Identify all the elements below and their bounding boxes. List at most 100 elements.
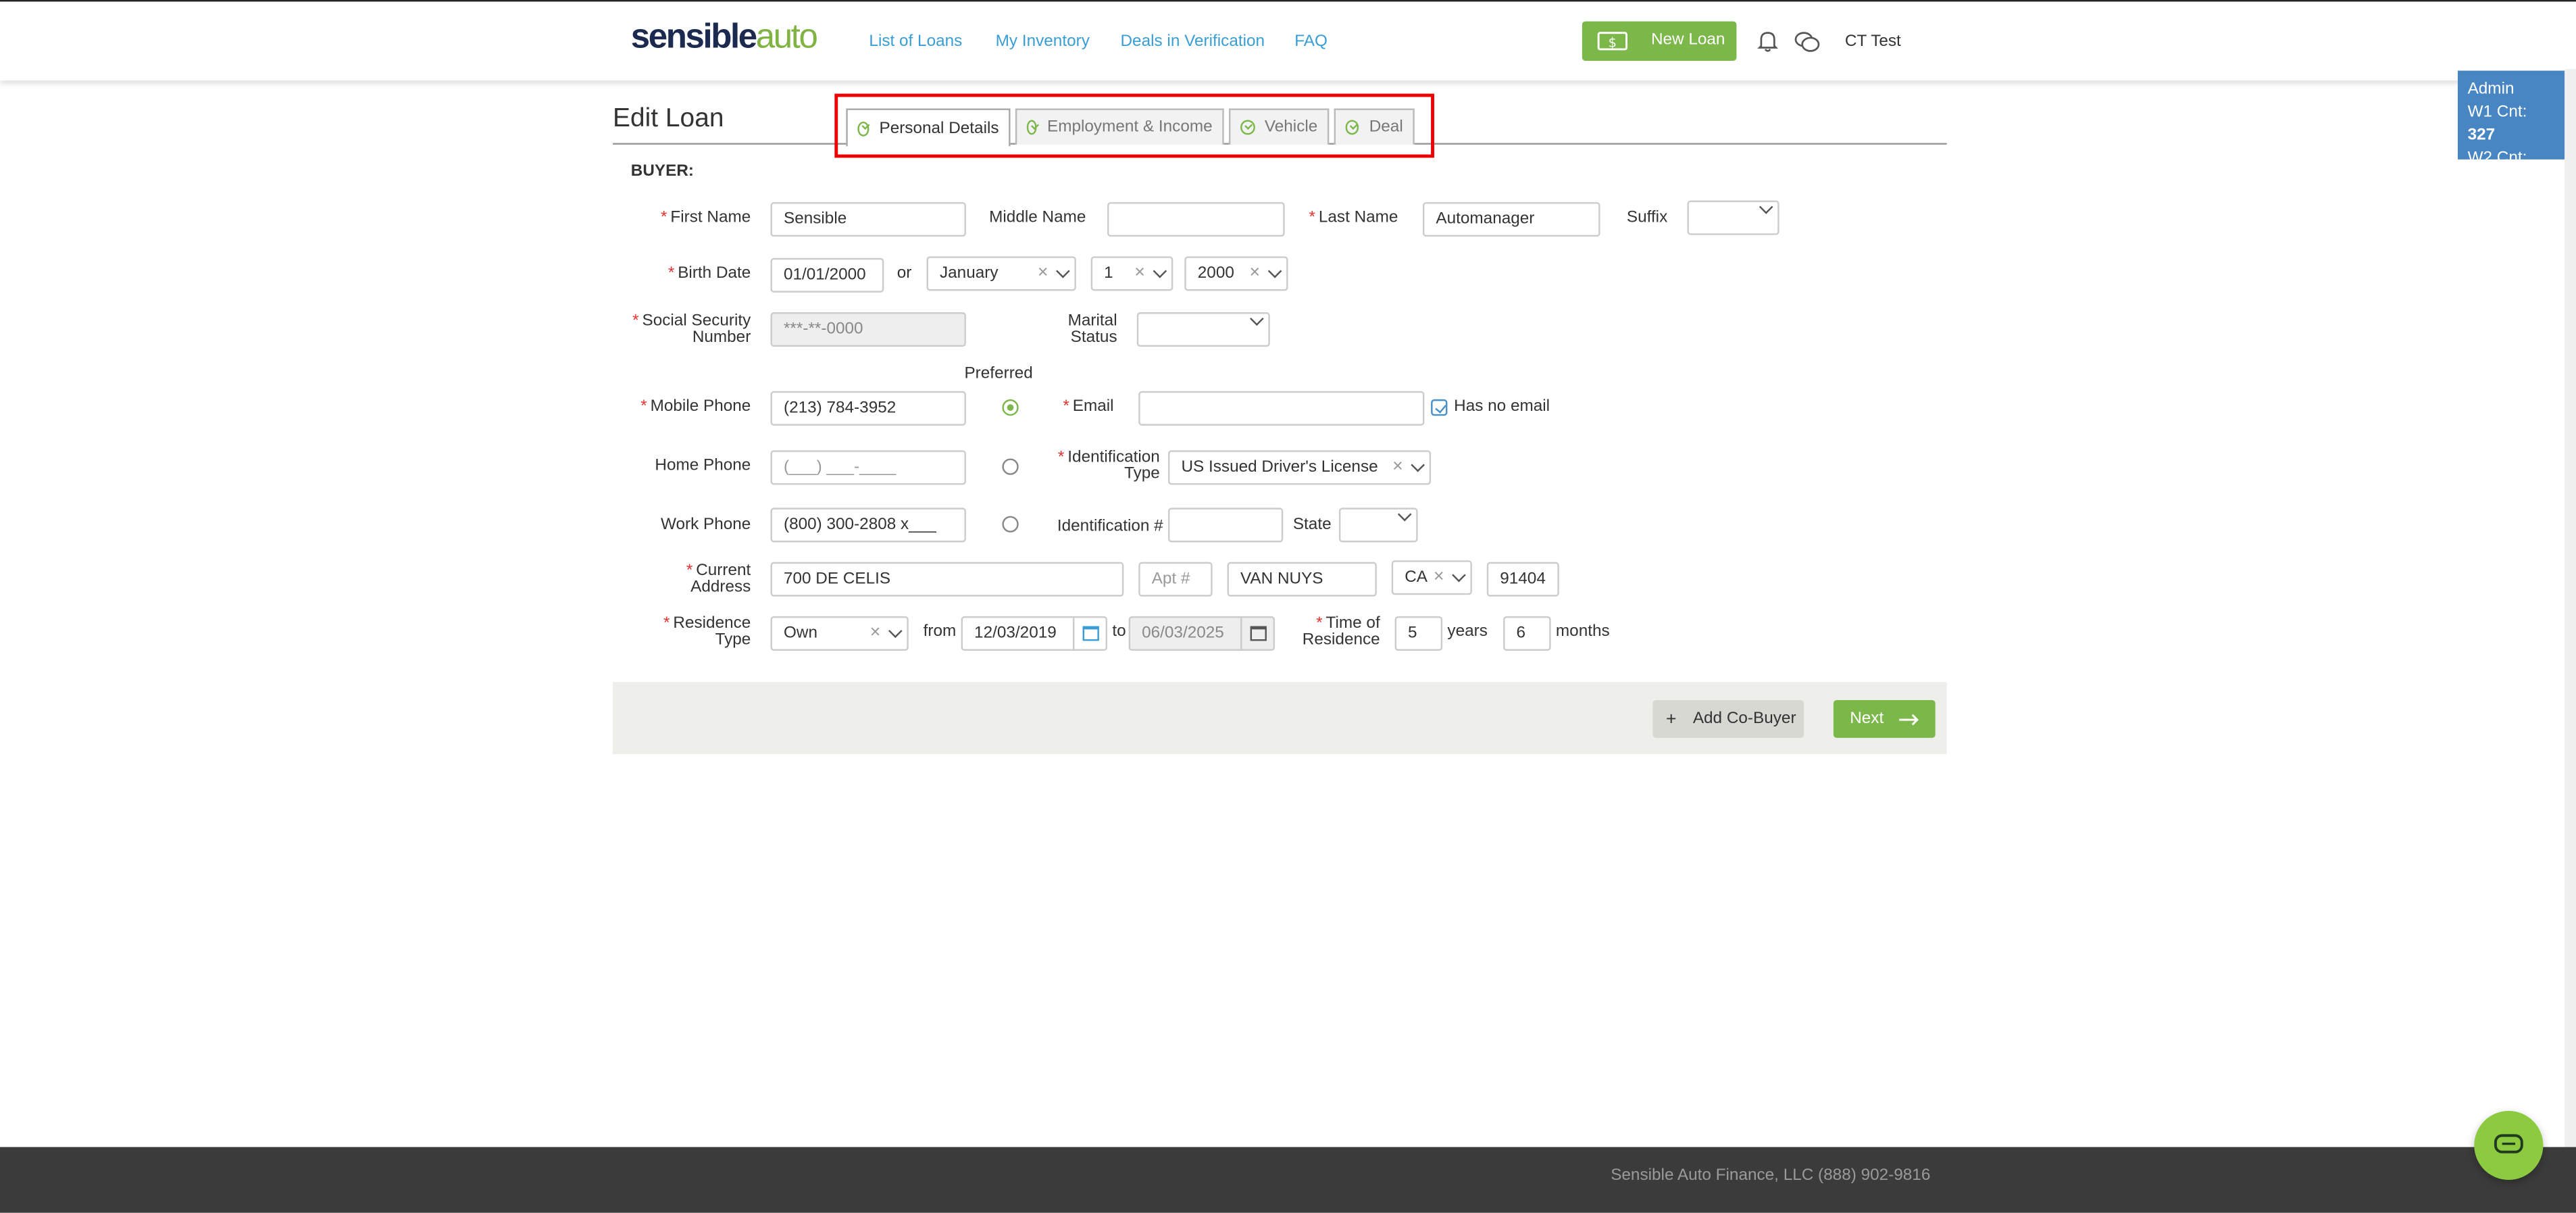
site-footer: Sensible Auto Finance, LLC (888) 902-981… <box>0 1147 2576 1213</box>
suffix-select[interactable] <box>1687 200 1779 235</box>
work-preferred-radio[interactable] <box>1002 516 1019 533</box>
birth-day-select[interactable]: 1 × <box>1090 256 1173 291</box>
or-label: or <box>896 264 912 283</box>
ssn-label: * Social Security Number <box>632 312 751 347</box>
zip-field[interactable]: 91404 <box>1486 562 1559 597</box>
has-no-email-checkbox[interactable] <box>1431 399 1448 416</box>
mobile-phone-field[interactable]: (213) 784-3952 <box>770 391 966 426</box>
id-type-select[interactable]: US Issued Driver's License × <box>1168 450 1432 485</box>
street-address-field[interactable]: 700 DE CELIS <box>770 562 1124 597</box>
top-header: sensibleauto List of Loans My Inventory … <box>0 1 2576 81</box>
time-of-residence-label: * Time of Residence <box>1302 614 1380 649</box>
chat-bubbles-icon[interactable] <box>1794 30 1821 53</box>
nav-deals-in-verification[interactable]: Deals in Verification <box>1120 33 1265 51</box>
logo-text-auto: auto <box>755 18 818 56</box>
new-loan-label: New Loan <box>1650 31 1725 49</box>
work-phone-label: Work Phone <box>660 516 751 535</box>
apt-field[interactable]: Apt # <box>1138 562 1213 597</box>
work-phone-field[interactable]: (800) 300-2808 x___ <box>770 508 966 543</box>
from-label: from <box>923 622 957 641</box>
first-name-label: * First Name <box>661 208 751 227</box>
next-label: Next <box>1850 710 1884 728</box>
birth-date-label: * Birth Date <box>667 264 751 283</box>
buyer-section-label: BUYER: <box>630 162 694 181</box>
chevron-down-icon <box>1411 457 1425 472</box>
marital-status-label: Marital Status <box>1067 312 1117 347</box>
residence-type-select[interactable]: Own × <box>770 616 909 651</box>
w2-count: 319 <box>2467 172 2496 191</box>
mobile-phone-label: * Mobile Phone <box>640 397 751 416</box>
clear-icon[interactable]: × <box>1250 263 1261 282</box>
years-label: years <box>1447 622 1488 641</box>
residence-type-label: * Residence Type <box>663 614 751 649</box>
first-name-field[interactable]: Sensible <box>770 202 966 237</box>
residence-to-date[interactable]: 06/03/2025 <box>1128 616 1276 651</box>
months-field[interactable]: 6 <box>1503 616 1551 651</box>
calendar-icon[interactable] <box>1082 626 1098 641</box>
id-number-label: Identification # <box>1057 518 1163 536</box>
birth-month-select[interactable]: January × <box>926 256 1076 291</box>
chat-icon <box>2494 1134 2523 1154</box>
state-label: State <box>1292 516 1332 535</box>
home-phone-label: Home Phone <box>655 457 751 475</box>
nav-my-inventory[interactable]: My Inventory <box>996 33 1090 51</box>
footer-text: Sensible Auto Finance, LLC (888) 902-981… <box>1611 1166 1931 1185</box>
svg-text:$: $ <box>1609 34 1617 50</box>
money-icon: $ <box>1597 32 1627 51</box>
address-state-select[interactable]: CA × <box>1391 560 1472 595</box>
w1-label: W1 Cnt: <box>2467 103 2527 122</box>
birth-date-field[interactable]: 01/01/2000 <box>770 257 884 293</box>
admin-badge: Admin W1 Cnt: 327 W2 Cnt: 319 <box>2457 70 2567 191</box>
clear-icon[interactable]: × <box>1134 263 1145 282</box>
clear-icon[interactable]: × <box>870 623 881 643</box>
next-button[interactable]: Next <box>1833 699 1936 738</box>
calendar-icon[interactable] <box>1249 626 1266 641</box>
preferred-label: Preferred <box>964 364 1033 383</box>
chevron-down-icon <box>1397 509 1412 522</box>
nav-faq[interactable]: FAQ <box>1294 33 1328 51</box>
add-cobuyer-label: Add Co-Buyer <box>1692 710 1796 728</box>
city-field[interactable]: VAN NUYS <box>1227 562 1377 597</box>
home-preferred-radio[interactable] <box>1002 458 1019 475</box>
email-field[interactable] <box>1138 391 1425 426</box>
arrow-right-icon <box>1898 713 1918 725</box>
residence-from-date[interactable]: 12/03/2019 <box>961 616 1108 651</box>
middle-name-field[interactable] <box>1107 202 1285 237</box>
clear-icon[interactable]: × <box>1038 263 1049 282</box>
chevron-down-icon <box>1759 202 1773 214</box>
add-cobuyer-button[interactable]: + Add Co-Buyer <box>1652 699 1804 738</box>
months-label: months <box>1555 622 1610 641</box>
bell-icon[interactable] <box>1757 30 1779 53</box>
last-name-field[interactable]: Automanager <box>1422 202 1600 237</box>
plus-icon: + <box>1665 709 1677 729</box>
state-select[interactable] <box>1338 508 1418 543</box>
middle-name-label: Middle Name <box>989 208 1086 227</box>
chevron-down-icon <box>1452 567 1466 582</box>
nav-list-of-loans[interactable]: List of Loans <box>869 33 962 51</box>
chevron-down-icon <box>1267 263 1282 278</box>
birth-year-select[interactable]: 2000 × <box>1184 256 1288 291</box>
chevron-down-icon <box>1056 263 1070 278</box>
years-field[interactable]: 5 <box>1394 616 1443 651</box>
current-address-label: * Current Address <box>686 562 751 597</box>
email-label: * Email <box>1063 397 1114 416</box>
id-type-label: * Identification Type <box>1057 448 1160 483</box>
new-loan-button[interactable]: $ New Loan <box>1582 21 1737 61</box>
home-phone-field[interactable]: (___) ___-____ <box>770 450 966 485</box>
page-scrollbar[interactable] <box>2565 69 2576 1204</box>
chat-widget-button[interactable] <box>2474 1110 2544 1181</box>
chevron-down-icon <box>888 623 903 637</box>
chevron-down-icon <box>1153 263 1167 278</box>
ssn-field[interactable]: ***-**-0000 <box>770 312 966 347</box>
mobile-preferred-radio[interactable] <box>1002 399 1019 416</box>
id-number-field[interactable] <box>1168 508 1284 543</box>
admin-title: Admin <box>2467 80 2515 99</box>
user-name[interactable]: CT Test <box>1845 33 1901 51</box>
brand-logo[interactable]: sensibleauto <box>630 18 818 57</box>
chevron-down-icon <box>1250 314 1264 326</box>
to-label: to <box>1112 622 1126 641</box>
clear-icon[interactable]: × <box>1392 457 1403 476</box>
logo-text-sensible: sensible <box>630 18 757 56</box>
marital-status-select[interactable] <box>1136 312 1270 347</box>
clear-icon[interactable]: × <box>1434 567 1444 587</box>
